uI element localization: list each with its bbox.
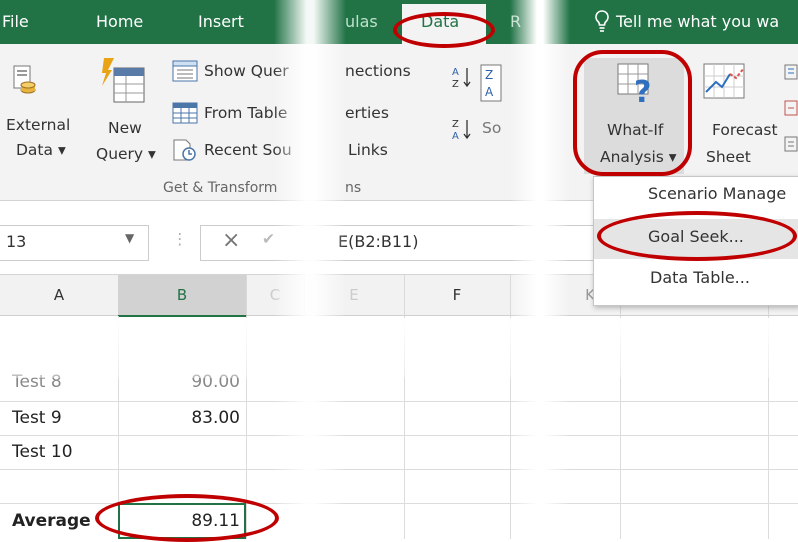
sort-dialog-icon[interactable]: ZA — [480, 64, 502, 108]
cell-a-test9[interactable]: Test 9 — [12, 408, 62, 428]
column-header-a[interactable]: A — [0, 275, 119, 315]
tab-file[interactable]: File — [2, 0, 29, 44]
cell-a-test10[interactable]: Test 10 — [12, 442, 73, 462]
group-get-transform: Get & Transform — [163, 180, 278, 196]
svg-text:Z: Z — [452, 79, 459, 90]
grid-line — [0, 469, 798, 470]
forecast-label-2[interactable]: Sheet — [706, 148, 751, 166]
outline-ungroup-icon[interactable] — [784, 100, 798, 120]
cell-a-average[interactable]: Average — [12, 511, 91, 531]
highlight-goal-seek — [597, 211, 797, 261]
highlight-what-if — [573, 50, 692, 176]
highlight-average-cell — [95, 494, 279, 542]
sort-a-z-icon[interactable]: AZ — [452, 64, 472, 94]
lightbulb-icon — [594, 9, 610, 39]
recent-sources-icon[interactable] — [172, 138, 198, 166]
outline-group-icon[interactable] — [784, 64, 798, 84]
fade-gutter-right — [510, 0, 570, 539]
new-query-label-1[interactable]: New — [108, 119, 142, 137]
new-query-label-2[interactable]: Query ▾ — [96, 145, 156, 163]
menu-scenario-manager[interactable]: Scenario Manage — [648, 184, 798, 203]
external-data-label-1[interactable]: External — [6, 116, 70, 134]
column-header-f[interactable]: F — [404, 275, 511, 315]
properties-button[interactable]: erties — [345, 104, 389, 122]
forecast-sheet-icon[interactable] — [702, 62, 748, 106]
external-data-label-2[interactable]: Data ▾ — [16, 141, 66, 159]
name-box-value: 13 — [6, 232, 27, 251]
formula-input[interactable]: E(B2:B11) — [338, 232, 418, 251]
from-table-icon[interactable] — [172, 102, 198, 128]
external-data-icon[interactable] — [12, 64, 38, 102]
menu-data-table[interactable]: Data Table... — [650, 268, 798, 287]
name-box-dropdown-icon[interactable]: ▼ — [125, 231, 134, 245]
cancel-icon[interactable]: × — [222, 228, 240, 253]
highlight-data-tab — [393, 12, 495, 48]
svg-text:A: A — [452, 67, 459, 78]
formula-bar-grip-icon: ⋮ — [172, 230, 188, 248]
fade-gutter-left — [274, 0, 346, 539]
tab-insert[interactable]: Insert — [198, 0, 244, 44]
grid-line — [0, 401, 798, 402]
outline-subtotal-icon[interactable] — [784, 136, 798, 156]
new-query-icon[interactable] — [100, 56, 148, 110]
group-connections: ns — [345, 180, 362, 196]
tab-formulas[interactable]: ulas — [345, 0, 378, 44]
svg-text:A: A — [452, 131, 459, 142]
column-header-b[interactable]: B — [118, 275, 247, 317]
edit-links-button[interactable]: Links — [348, 141, 388, 159]
sort-z-a-icon[interactable]: ZA — [452, 116, 472, 146]
svg-text:Z: Z — [485, 68, 493, 82]
show-queries-icon[interactable] — [172, 60, 198, 86]
forecast-label-1[interactable]: Forecast — [712, 121, 778, 139]
tab-home[interactable]: Home — [96, 0, 143, 44]
connections-button[interactable]: nections — [345, 62, 411, 80]
tell-me-search[interactable]: Tell me what you wa — [616, 0, 779, 44]
sort-button[interactable]: So — [482, 119, 501, 137]
svg-text:Z: Z — [452, 119, 459, 130]
svg-text:A: A — [485, 85, 494, 99]
fade-rows-top — [0, 318, 798, 378]
grid-line — [0, 435, 798, 436]
cell-b-test9[interactable]: 83.00 — [150, 408, 240, 428]
